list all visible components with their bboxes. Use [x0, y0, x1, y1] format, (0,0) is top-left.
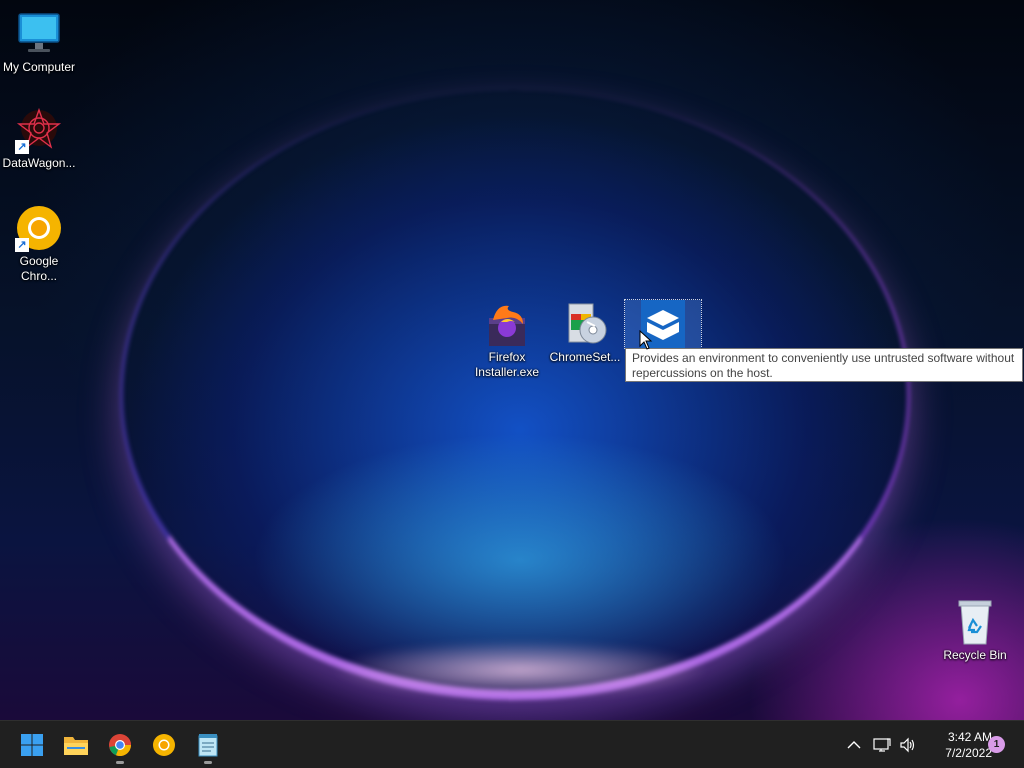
tooltip-line1: Provides an environment to conveniently … — [632, 351, 1015, 365]
notification-badge[interactable]: 1 — [988, 736, 1005, 753]
firefox-installer-icon — [483, 300, 531, 348]
folder-icon — [64, 737, 88, 755]
mouse-pointer-icon — [639, 329, 653, 355]
start-button[interactable] — [12, 725, 52, 765]
chrome-icon — [109, 734, 132, 757]
wallpaper-bloom-ring — [120, 90, 910, 700]
shortcut-arrow-icon: ↗ — [15, 140, 29, 154]
desktop-icon-my-computer[interactable]: My Computer — [0, 10, 78, 75]
desktop-icon-label: Recycle Bin — [943, 648, 1007, 662]
desktop-icon-firefox-installer[interactable]: Firefox Installer.exe — [468, 300, 546, 380]
volume-button[interactable] — [896, 721, 920, 768]
datawagon-app-icon: ↗ — [15, 106, 63, 154]
taskbar-clock[interactable]: 3:42 AM 7/2/2022 — [924, 729, 992, 761]
desktop-icon-datawagon[interactable]: ↗ DataWagon... — [0, 106, 78, 171]
desktop-icon-chrome-setup[interactable]: ChromeSet... — [546, 300, 624, 365]
clock-date: 7/2/2022 — [945, 746, 992, 760]
chevron-up-icon — [847, 741, 861, 749]
network-icon — [873, 738, 891, 752]
desktop-icon-sandbox[interactable] — [624, 299, 702, 349]
desktop-icon-recycle-bin[interactable]: Recycle Bin — [936, 598, 1014, 663]
taskbar-chrome-button[interactable] — [100, 725, 140, 765]
taskbar-file-explorer-button[interactable] — [56, 725, 96, 765]
running-indicator — [204, 761, 212, 764]
clock-time: 3:42 AM — [947, 730, 992, 744]
computer-monitor-icon — [15, 10, 63, 58]
tooltip-line2: repercussions on the host. — [632, 366, 773, 380]
chrome-canary-icon — [153, 734, 175, 756]
desktop-icon-label-line2: Installer.exe — [474, 365, 540, 379]
desktop-icon-label: My Computer — [2, 60, 76, 74]
notepad-icon — [198, 734, 218, 757]
desktop-icon-label: ChromeSet... — [549, 350, 621, 364]
volume-icon — [900, 737, 915, 753]
desktop-icon-google-chrome[interactable]: ↗ Google Chro... — [0, 204, 78, 284]
recycle-bin-icon — [951, 598, 999, 646]
taskbar-chrome-canary-button[interactable] — [144, 725, 184, 765]
desktop-icon-label: DataWagon... — [2, 156, 76, 170]
show-hidden-icons-button[interactable] — [842, 721, 866, 768]
chrome-canary-icon: ↗ — [15, 204, 63, 252]
running-indicator — [116, 761, 124, 764]
wallpaper-glow — [330, 640, 710, 700]
chrome-setup-icon — [561, 300, 609, 348]
taskbar: 3:42 AM 7/2/2022 — [0, 720, 1024, 768]
desktop-icon-label-line2: Chro... — [20, 269, 57, 283]
windows-start-icon — [21, 734, 43, 756]
desktop-icon-label-line1: Firefox — [488, 350, 526, 364]
sandbox-tooltip: Provides an environment to conveniently … — [625, 348, 1023, 382]
shortcut-arrow-icon: ↗ — [15, 238, 29, 252]
network-status-button[interactable] — [870, 721, 894, 768]
taskbar-notepad-button[interactable] — [188, 725, 228, 765]
desktop-icon-label-line1: Google — [19, 254, 59, 268]
